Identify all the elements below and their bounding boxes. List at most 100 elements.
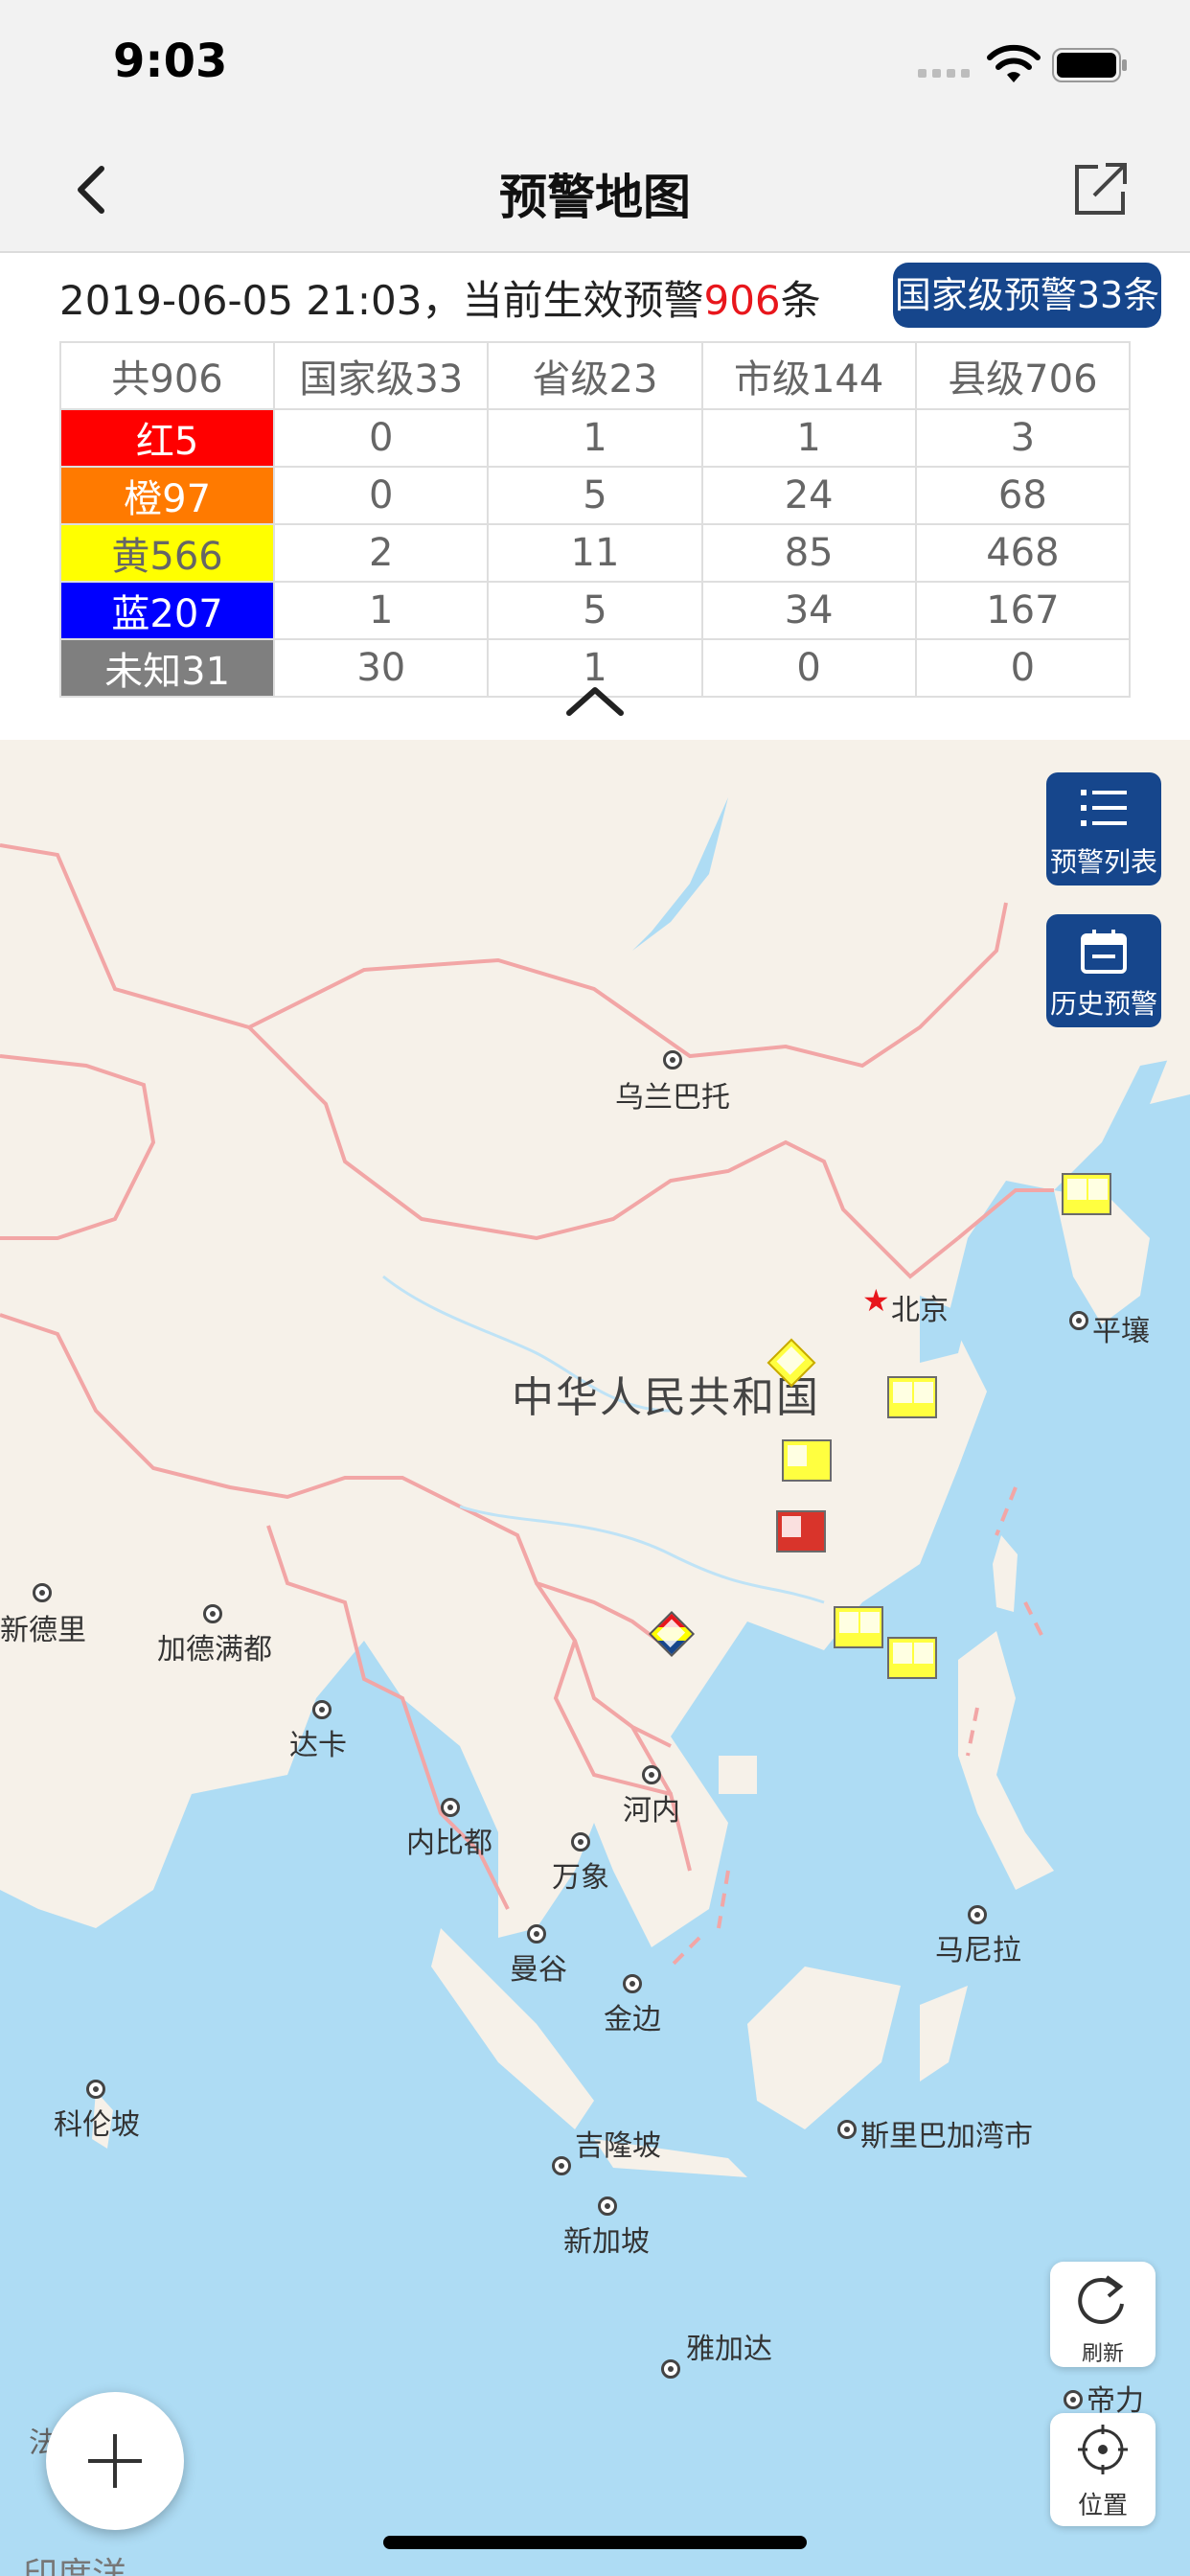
table-cell: 2 [273,523,490,583]
table-cell: 0 [273,466,490,525]
level-red: 红5 [58,408,276,468]
battery-icon [1052,48,1127,82]
table-cell: 0 [700,638,917,698]
plus-icon [88,2434,142,2488]
table-cell: 3 [914,408,1132,468]
table-cell: 468 [914,523,1132,583]
city-marker [527,1924,546,1944]
refresh-icon [1078,2275,1124,2324]
city-marker [1069,1311,1088,1330]
table-cell: 1 [273,581,490,640]
calendar-icon [1081,930,1127,974]
city-marker [312,1700,332,1719]
wifi-icon [987,44,1041,82]
locate-label: 位置 [1077,2492,1128,2520]
city-marker [441,1798,460,1817]
refresh-button[interactable]: 刷新 [1050,2262,1156,2367]
city-label: 雅加达 [686,2333,772,2366]
table-cell: 1 [700,408,917,468]
lightning-warning-icon[interactable] [834,1606,883,1648]
country-label: 中华人民共和国 [512,1373,820,1422]
header-city: 市级144 [700,341,917,410]
summary-datetime: 2019-06-05 21:03，当前生效预警 [59,277,704,324]
yellow-warning-icon[interactable] [887,1376,937,1418]
city-label: 吉隆坡 [575,2129,661,2163]
refresh-label: 刷新 [1081,2342,1124,2366]
table-cell: 167 [914,581,1132,640]
table-cell: 0 [273,408,490,468]
summary-line: 2019-06-05 21:03，当前生效预警906条 [59,268,821,327]
city-label: 新德里 [0,1614,86,1647]
table-row: 黄566 2 11 85 468 [58,523,1132,583]
table-cell: 68 [914,466,1132,525]
red-warning-icon[interactable] [776,1510,826,1552]
level-unknown: 未知31 [58,638,276,698]
city-label: 科伦坡 [54,2108,140,2142]
warning-map[interactable]: 中华人民共和国 乌兰巴托 ★ 北京 平壤 新德里 加德满都 达卡 河内 内比都 … [0,740,1190,2576]
city-marker [203,1604,222,1623]
city-marker [642,1765,661,1784]
city-label: 内比都 [406,1827,492,1860]
city-marker [598,2196,617,2216]
header-total: 共906 [58,341,276,410]
status-bar: 9:03 [0,0,1190,126]
level-orange: 橙97 [58,466,276,525]
collapse-chevron-up-icon[interactable] [563,682,627,721]
level-yellow: 黄566 [58,523,276,583]
nav-bar: 预警地图 [0,126,1190,253]
list-icon [1081,790,1127,826]
city-label: 平壤 [1092,1315,1150,1348]
table-cell: 11 [487,523,703,583]
city-marker [837,2120,857,2139]
summary-suffix: 条 [780,277,821,324]
city-marker [552,2156,571,2175]
table-cell: 5 [487,466,703,525]
city-label: 新加坡 [563,2225,650,2259]
page-title: 预警地图 [499,170,691,225]
table-cell: 30 [273,638,490,698]
locate-button[interactable]: 位置 [1050,2413,1156,2526]
summary-count: 906 [703,277,781,324]
city-marker [968,1905,987,1924]
city-label: 北京 [891,1294,949,1327]
status-time: 9:03 [113,34,228,88]
level-blue: 蓝207 [58,581,276,640]
table-cell: 24 [700,466,917,525]
city-marker [623,1974,642,1993]
national-warning-badge[interactable]: 国家级预警33条 [893,263,1161,328]
header-county: 县级706 [914,341,1132,410]
signal-icon [918,69,970,78]
city-marker [661,2359,680,2379]
lightning-warning-icon[interactable] [782,1439,832,1482]
city-label: 金边 [604,2003,661,2036]
ocean-label: 印度洋 [23,2556,127,2576]
warning-list-label: 预警列表 [1049,846,1157,878]
share-button[interactable] [1071,155,1129,218]
yellow-warning-icon[interactable] [1062,1173,1111,1215]
city-label: 河内 [623,1794,680,1828]
table-row: 橙97 0 5 24 68 [58,466,1132,525]
table-row: 红5 0 1 1 3 [58,408,1132,468]
header-province: 省级23 [487,341,703,410]
header-national: 国家级33 [273,341,490,410]
capital-star-icon: ★ [862,1282,890,1319]
table-cell: 1 [487,408,703,468]
history-warning-button[interactable]: 历史预警 [1046,914,1161,1027]
city-marker [663,1050,682,1070]
city-marker [571,1832,590,1852]
history-warning-label: 历史预警 [1049,988,1157,1020]
city-marker [86,2080,105,2099]
city-label: 乌兰巴托 [615,1081,730,1115]
table-cell: 0 [914,638,1132,698]
city-label: 曼谷 [510,1953,567,1987]
city-label: 达卡 [289,1729,347,1762]
add-button[interactable] [46,2392,184,2530]
warning-stats-table: 共906 国家级33 省级23 市级144 县级706 红5 0 1 1 3 橙… [58,341,1132,698]
home-indicator[interactable] [383,2536,807,2549]
warning-list-button[interactable]: 预警列表 [1046,772,1161,886]
table-cell: 85 [700,523,917,583]
city-label: 斯里巴加湾市 [860,2120,1033,2153]
lightning-warning-icon[interactable] [887,1637,937,1679]
locate-icon [1078,2425,1128,2474]
city-marker [33,1583,52,1602]
